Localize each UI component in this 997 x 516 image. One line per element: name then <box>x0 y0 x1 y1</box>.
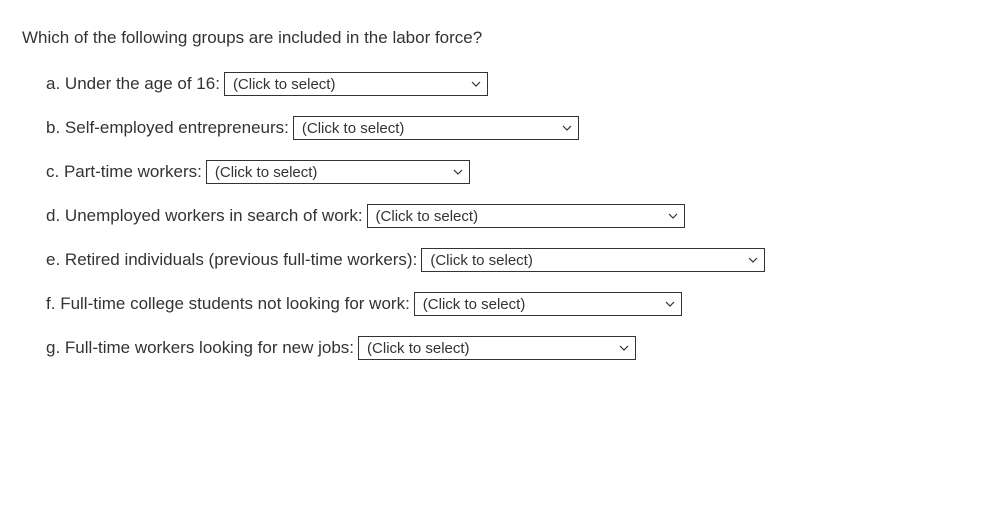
option-g-select-value: (Click to select) <box>367 340 482 357</box>
option-f-select[interactable]: (Click to select) <box>414 292 682 316</box>
option-g-select[interactable]: (Click to select) <box>358 336 636 360</box>
chevron-down-icon <box>562 123 572 133</box>
chevron-down-icon <box>453 167 463 177</box>
question-text: Which of the following groups are includ… <box>22 28 975 48</box>
option-c-select[interactable]: (Click to select) <box>206 160 470 184</box>
option-f-select-value: (Click to select) <box>423 296 538 313</box>
option-c: c. Part-time workers: (Click to select) <box>46 160 975 184</box>
chevron-down-icon <box>471 79 481 89</box>
option-b: b. Self-employed entrepreneurs: (Click t… <box>46 116 975 140</box>
option-e: e. Retired individuals (previous full-ti… <box>46 248 975 272</box>
option-f-label: f. Full-time college students not lookin… <box>46 294 410 314</box>
chevron-down-icon <box>668 211 678 221</box>
chevron-down-icon <box>665 299 675 309</box>
option-a: a. Under the age of 16: (Click to select… <box>46 72 975 96</box>
option-g-label: g. Full-time workers looking for new job… <box>46 338 354 358</box>
option-a-select[interactable]: (Click to select) <box>224 72 488 96</box>
option-a-select-value: (Click to select) <box>233 76 348 93</box>
option-e-select-value: (Click to select) <box>430 252 545 269</box>
chevron-down-icon <box>748 255 758 265</box>
option-b-select-value: (Click to select) <box>302 120 417 137</box>
option-f: f. Full-time college students not lookin… <box>46 292 975 316</box>
option-c-label: c. Part-time workers: <box>46 162 202 182</box>
option-d-select[interactable]: (Click to select) <box>367 204 685 228</box>
option-b-select[interactable]: (Click to select) <box>293 116 579 140</box>
options-list: a. Under the age of 16: (Click to select… <box>22 72 975 360</box>
option-g: g. Full-time workers looking for new job… <box>46 336 975 360</box>
option-b-label: b. Self-employed entrepreneurs: <box>46 118 289 138</box>
chevron-down-icon <box>619 343 629 353</box>
option-e-select[interactable]: (Click to select) <box>421 248 765 272</box>
option-d-select-value: (Click to select) <box>376 208 491 225</box>
option-a-label: a. Under the age of 16: <box>46 74 220 94</box>
option-e-label: e. Retired individuals (previous full-ti… <box>46 250 417 270</box>
option-c-select-value: (Click to select) <box>215 164 330 181</box>
option-d: d. Unemployed workers in search of work:… <box>46 204 975 228</box>
option-d-label: d. Unemployed workers in search of work: <box>46 206 363 226</box>
